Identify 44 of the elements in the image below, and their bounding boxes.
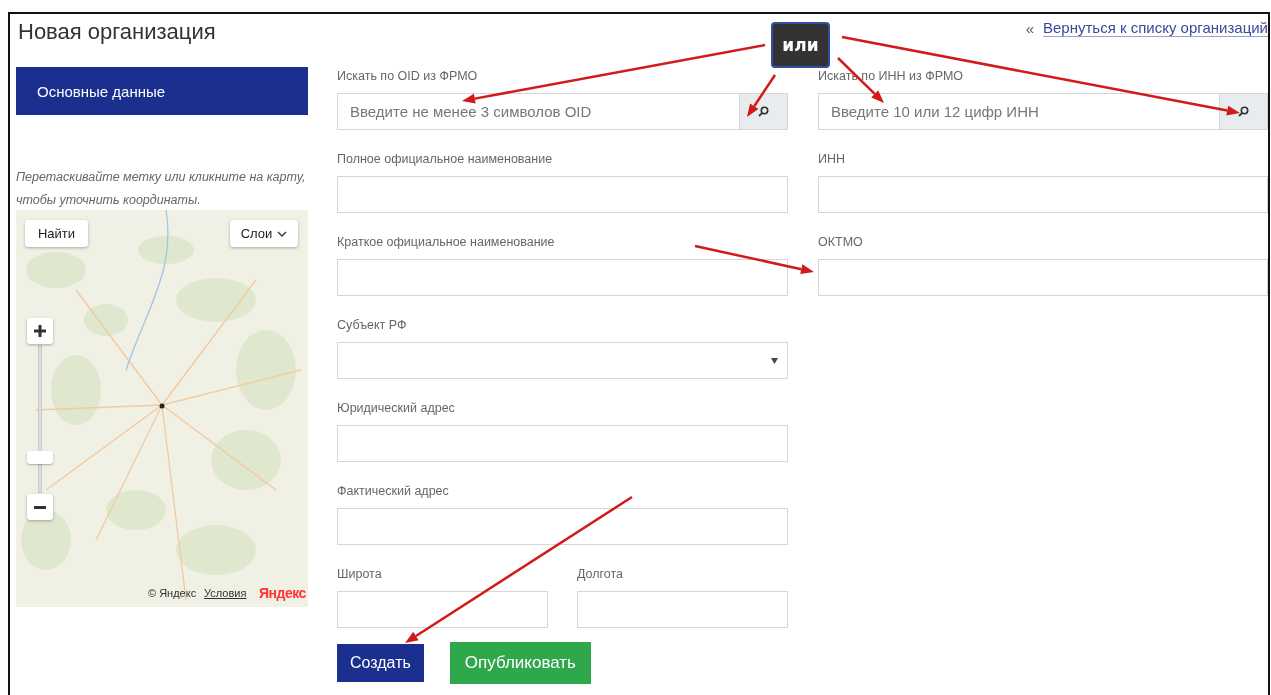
search-button[interactable] (740, 93, 788, 130)
zoom-in-button[interactable] (27, 318, 53, 344)
chevron-icon (277, 230, 288, 237)
text-field[interactable] (577, 591, 788, 628)
field-label: Юридический адрес (337, 400, 456, 417)
field-label: ОКТМО (818, 234, 864, 251)
page-title: Новая организация (18, 19, 216, 45)
field-label: Долгота (577, 566, 625, 583)
text-field[interactable] (818, 176, 1268, 213)
text-field[interactable] (337, 176, 788, 213)
search-icon (758, 106, 769, 117)
sidebar-item[interactable]: Основные данные (16, 67, 308, 115)
terms-link[interactable]: Условия (204, 587, 247, 599)
text-field[interactable] (818, 259, 1268, 296)
text-field[interactable] (337, 591, 548, 628)
back-link[interactable]: Вернуться к списку организаций (1043, 19, 1268, 37)
double-chevron-icon: « (1025, 19, 1034, 37)
map-copyright: © Яндекс (148, 587, 197, 599)
minus-icon (34, 505, 46, 509)
create-button[interactable]: Создать (337, 644, 424, 682)
field-label: Фактический адрес (337, 483, 450, 500)
plus-icon (34, 325, 46, 337)
find-button[interactable]: Найти (25, 220, 88, 247)
search-field[interactable]: Введите не менее 3 символов OID (337, 93, 740, 130)
map-logo: Яндекс (259, 585, 306, 601)
text-field[interactable] (337, 508, 788, 545)
field-label: ИНН (818, 151, 847, 168)
field-label: Полное официальное наименование (337, 151, 554, 168)
field-label: Искать по ИНН из ФРМО (818, 68, 965, 85)
field-label: Субъект РФ (337, 317, 408, 334)
text-field[interactable] (337, 259, 788, 296)
dropdown-field[interactable] (337, 342, 788, 379)
text-field[interactable] (337, 425, 788, 462)
search-field[interactable]: Введите 10 или 12 цифр ИНН (818, 93, 1220, 130)
field-label: Краткое официальное наименование (337, 234, 556, 251)
layers-button[interactable]: Слои (230, 220, 298, 247)
zoom-out-button[interactable] (27, 494, 53, 520)
field-label: Широта (337, 566, 383, 583)
field-label: Искать по OID из ФРМО (337, 68, 479, 85)
map-hint: Перетаскивайте метку или кликните на карту, чтобы уточнить координаты. (16, 169, 307, 209)
caret-icon (771, 357, 778, 364)
callout-label: или (771, 22, 830, 68)
search-icon (1238, 106, 1249, 117)
search-button[interactable] (1220, 93, 1268, 130)
